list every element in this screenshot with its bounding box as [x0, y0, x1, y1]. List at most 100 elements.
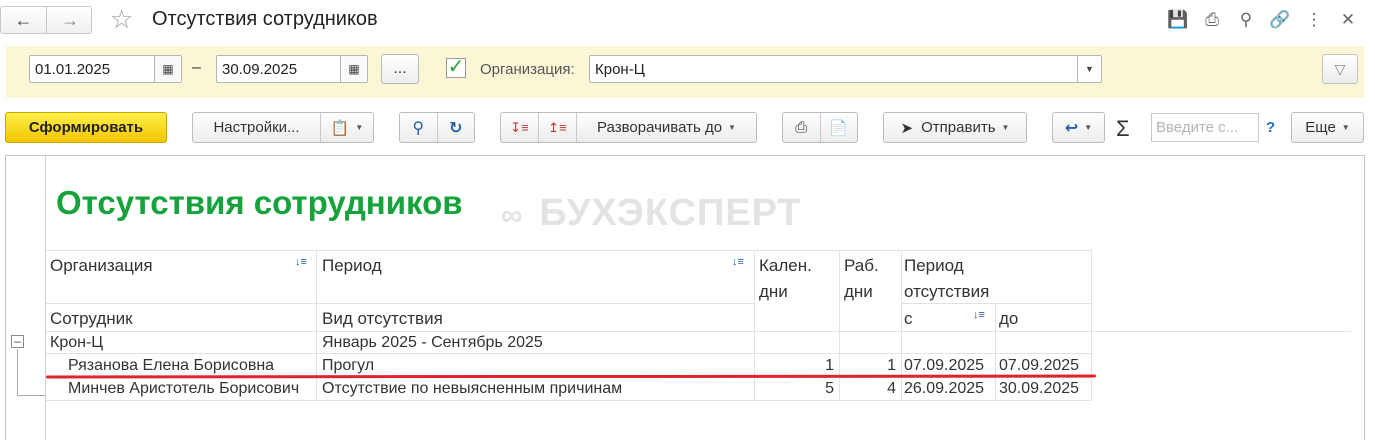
row-absence-type: Прогул — [322, 357, 375, 374]
link-icon[interactable]: 🔗 — [1263, 8, 1297, 32]
send-dropdown[interactable]: ➤ Отправить ▼ — [883, 112, 1027, 143]
collapse-group-icon[interactable]: – — [11, 335, 24, 348]
date-separator: – — [192, 59, 201, 76]
expand-list-icon: ↥≡ — [548, 119, 567, 135]
row-calendar-days: 1 — [825, 357, 834, 374]
period-select-button[interactable]: ... — [381, 54, 419, 84]
preview-icon: 📄 — [829, 119, 849, 137]
help-icon[interactable]: ? — [1266, 119, 1275, 136]
variants-icon: 📋 — [330, 119, 350, 137]
header-calendar-days: Кален. — [759, 256, 812, 275]
header-organization: Организация — [50, 256, 153, 275]
report-title: Отсутствия сотрудников — [56, 184, 463, 221]
sort-desc-icon[interactable]: ↓≡ — [973, 309, 985, 321]
chevron-down-icon: ▼ — [1341, 123, 1350, 132]
header-absence-period: Период — [904, 256, 964, 275]
window-title: Отсутствия сотрудников — [152, 8, 378, 30]
row-border — [46, 353, 1091, 354]
header-from: с — [904, 309, 913, 328]
date-to-field[interactable]: 30.09.2025 ▦ — [216, 55, 368, 83]
row-date-from: 07.09.2025 — [904, 357, 985, 374]
goto-dropdown[interactable]: ↩ ▼ — [1052, 112, 1105, 143]
close-icon[interactable]: ✕ — [1331, 8, 1365, 32]
send-label: Отправить — [921, 119, 996, 136]
organization-label: Организация: — [480, 61, 575, 78]
more-vertical-icon[interactable]: ⋮ — [1297, 8, 1331, 32]
calendar-icon[interactable]: ▦ — [154, 56, 181, 82]
more-dropdown[interactable]: Еще ▼ — [1291, 112, 1364, 143]
organization-value: Крон-Ц — [595, 61, 645, 78]
header-absence-type: Вид отсутствия — [322, 309, 443, 328]
chevron-down-icon: ▼ — [355, 123, 364, 132]
header-period: Период — [322, 256, 382, 275]
row-calendar-days: 5 — [825, 380, 834, 397]
header-work-days-2: дни — [844, 282, 873, 301]
expand-to-label: Разворачивать до — [597, 119, 723, 136]
save-icon[interactable]: 💾 — [1161, 8, 1195, 32]
filter-icon[interactable]: ▽ — [1322, 54, 1358, 84]
expand-groups-button[interactable]: ↥≡ — [539, 113, 577, 142]
print-button[interactable]: ⎙ — [783, 113, 821, 142]
chevron-down-icon: ▼ — [1084, 123, 1093, 132]
back-arrow-icon[interactable]: ← — [1, 7, 47, 33]
row-employee: Рязанова Елена Борисовна — [68, 357, 275, 374]
expand-to-dropdown[interactable]: Разворачивать до ▼ — [577, 113, 756, 142]
row-work-days: 1 — [887, 357, 896, 374]
printer-icon: ⎙ — [795, 119, 808, 136]
report-toolbar: Сформировать Настройки... 📋 ▼ ⚲ ↻ ↧≡ ↥≡ Р… — [0, 110, 1375, 146]
print-icon[interactable]: ⎙ — [1195, 8, 1229, 32]
goto-arrow-icon: ↩ — [1064, 119, 1079, 137]
organization-checkbox[interactable]: ✓ — [446, 57, 466, 78]
row-employee: Минчев Аристотель Борисович — [68, 380, 300, 397]
calendar-icon[interactable]: ▦ — [340, 56, 367, 82]
search-button-group: ⚲ ↻ — [399, 112, 475, 143]
search-input[interactable]: Введите с... — [1151, 113, 1259, 142]
variants-dropdown[interactable]: 📋 ▼ — [321, 113, 373, 142]
nav-buttons: ← → — [0, 6, 92, 34]
filter-panel: 01.01.2025 ▦ – 30.09.2025 ▦ ... ✓ Органи… — [6, 46, 1364, 98]
header-work-days: Раб. — [844, 256, 879, 275]
group-period: Январь 2025 - Сентябрь 2025 — [322, 334, 543, 351]
collapse-groups-button[interactable]: ↧≡ — [501, 113, 539, 142]
date-from-field[interactable]: 01.01.2025 ▦ — [29, 55, 182, 83]
collapse-list-icon: ↧≡ — [510, 119, 529, 135]
organization-field[interactable]: Крон-Ц ▼ — [589, 55, 1102, 83]
print-button-group: ⎙ 📄 — [782, 112, 858, 143]
header-absence-period-2: отсутствия — [904, 282, 990, 301]
preview-icon[interactable]: ⚲ — [1229, 8, 1263, 32]
find-button[interactable]: ⚲ — [400, 113, 438, 142]
print-preview-button[interactable]: 📄 — [821, 113, 858, 142]
favorite-star-icon[interactable]: ☆ — [110, 4, 133, 34]
date-to-value: 30.09.2025 — [222, 61, 298, 78]
group-organization: Крон-Ц — [50, 334, 104, 351]
generate-button[interactable]: Сформировать — [5, 112, 167, 143]
sort-desc-icon[interactable]: ↓≡ — [295, 256, 307, 268]
title-bar: ← → ☆ Отсутствия сотрудников 💾 ⎙ ⚲ 🔗 ⋮ ✕ — [0, 0, 1375, 42]
header-calendar-days-2: дни — [759, 282, 788, 301]
search-next-icon: ↻ — [449, 119, 463, 137]
header-employee: Сотрудник — [50, 309, 133, 328]
window-actions: 💾 ⎙ ⚲ 🔗 ⋮ ✕ — [1161, 8, 1365, 32]
tree-line — [17, 395, 45, 396]
col-border — [995, 303, 996, 400]
forward-arrow-icon[interactable]: → — [47, 7, 93, 33]
find-next-button[interactable]: ↻ — [438, 113, 475, 142]
search-icon: ⚲ — [412, 119, 425, 137]
sheet-margin-line — [45, 156, 46, 440]
row-border — [46, 400, 1091, 401]
row-date-to: 30.09.2025 — [999, 380, 1080, 397]
sort-desc-icon[interactable]: ↓≡ — [732, 256, 744, 268]
report-sheet[interactable]: ∞ БУХЭКСПЕРТ Отсутствия сотрудников Орган… — [5, 155, 1365, 440]
date-from-value: 01.01.2025 — [35, 61, 111, 78]
tree-line — [17, 349, 18, 395]
row-work-days: 4 — [887, 380, 896, 397]
watermark: ∞ БУХЭКСПЕРТ — [501, 192, 802, 234]
sum-icon[interactable]: Σ — [1116, 116, 1130, 142]
header-to: до — [999, 309, 1019, 328]
chevron-down-icon: ▼ — [1001, 123, 1010, 132]
chevron-down-icon[interactable]: ▼ — [1077, 56, 1101, 82]
settings-button[interactable]: Настройки... — [193, 113, 321, 142]
header-bottom-border — [46, 331, 1351, 332]
send-icon: ➤ — [900, 119, 914, 137]
row-absence-type: Отсутствие по невыясненным причинам — [322, 380, 623, 397]
